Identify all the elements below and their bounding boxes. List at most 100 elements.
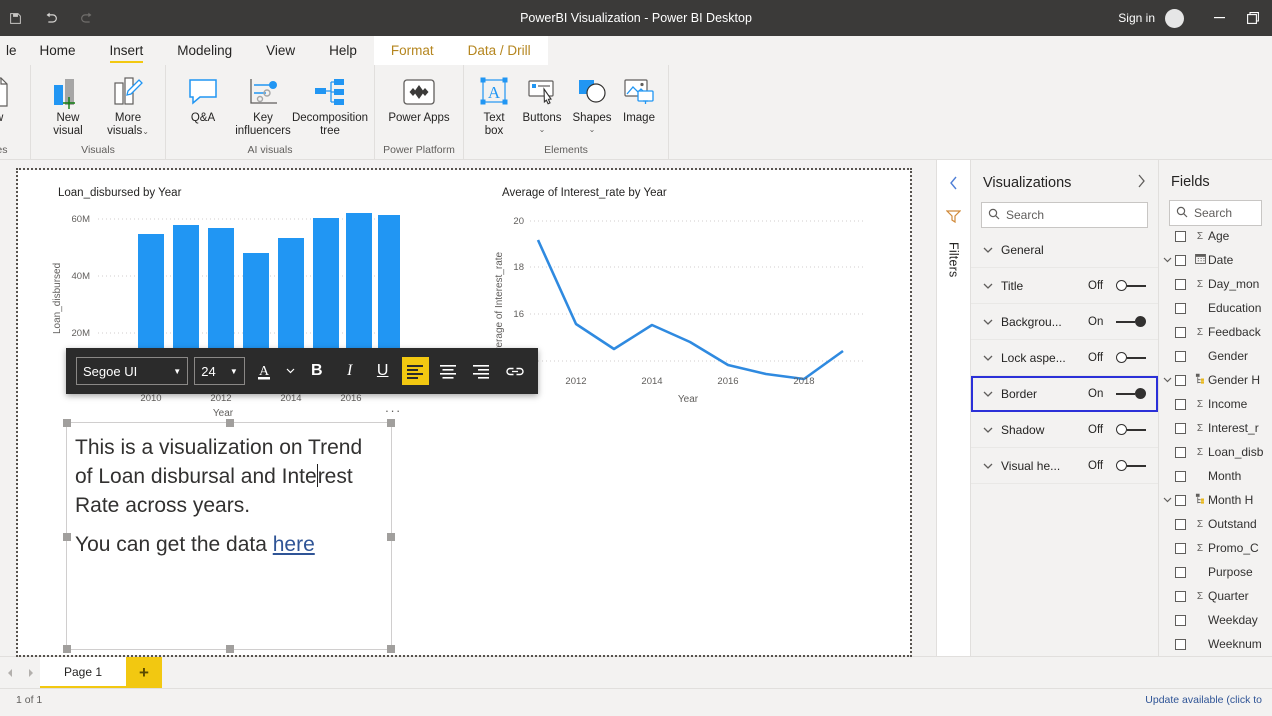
chevron-down-icon[interactable] bbox=[983, 387, 993, 401]
new-page-button[interactable]: ew e bbox=[0, 70, 22, 140]
align-left-icon[interactable] bbox=[402, 357, 430, 385]
restore-button[interactable] bbox=[1236, 0, 1270, 36]
page-tab-page-1[interactable]: Page 1 bbox=[40, 657, 126, 688]
text-box-button[interactable]: A Text box bbox=[472, 70, 516, 140]
font-color-chevron-down-icon[interactable] bbox=[284, 357, 297, 385]
field-checkbox[interactable] bbox=[1175, 446, 1186, 458]
power-apps-button[interactable]: Power Apps bbox=[383, 70, 455, 127]
toggle-shadow[interactable] bbox=[1116, 424, 1146, 436]
field-checkbox[interactable] bbox=[1175, 278, 1186, 290]
toggle-title[interactable] bbox=[1116, 280, 1146, 292]
format-row-general[interactable]: General bbox=[971, 232, 1158, 268]
field-row[interactable]: Σ Loan_disb bbox=[1159, 440, 1272, 464]
chevron-down-icon[interactable] bbox=[983, 315, 993, 329]
chevron-down-icon[interactable] bbox=[983, 459, 993, 473]
new-visual-button[interactable]: New visual bbox=[39, 70, 97, 140]
chevron-down-icon[interactable]: ▼ bbox=[173, 367, 181, 376]
expand-chevron-right-icon[interactable] bbox=[1136, 174, 1146, 192]
chevron-down-icon[interactable] bbox=[983, 351, 993, 365]
font-size-select[interactable]: 24 ▼ bbox=[194, 357, 245, 385]
field-row[interactable]: Σ Interest_r bbox=[1159, 416, 1272, 440]
page-prev-chevron-left-icon[interactable] bbox=[0, 657, 20, 688]
tab-modeling[interactable]: Modeling bbox=[160, 36, 249, 65]
field-row[interactable]: Purpose bbox=[1159, 560, 1272, 584]
field-checkbox[interactable] bbox=[1175, 374, 1186, 386]
field-checkbox[interactable] bbox=[1175, 254, 1186, 266]
resize-handle-ne[interactable] bbox=[387, 419, 395, 427]
field-row[interactable]: Σ Quarter bbox=[1159, 584, 1272, 608]
filter-icon[interactable] bbox=[945, 209, 962, 226]
chevron-down-icon[interactable] bbox=[1159, 495, 1175, 505]
resize-handle-s[interactable] bbox=[226, 645, 234, 653]
field-checkbox[interactable] bbox=[1175, 326, 1186, 338]
format-row-shadow[interactable]: Shadow Off bbox=[971, 412, 1158, 448]
field-checkbox[interactable] bbox=[1175, 566, 1186, 578]
bar-chart-more-options[interactable]: ... bbox=[385, 400, 402, 415]
redo-icon[interactable] bbox=[76, 7, 98, 29]
field-checkbox[interactable] bbox=[1175, 350, 1186, 362]
shapes-chevron-down-icon[interactable]: ⌄ bbox=[589, 125, 596, 134]
bold-button[interactable]: B bbox=[303, 357, 330, 385]
add-page-button[interactable]: + bbox=[126, 657, 162, 688]
field-row[interactable]: Month H bbox=[1159, 488, 1272, 512]
tab-home[interactable]: Home bbox=[23, 36, 93, 65]
visualizations-search-input[interactable]: Search bbox=[981, 202, 1148, 228]
field-checkbox[interactable] bbox=[1175, 422, 1186, 434]
toggle-lock-aspect[interactable] bbox=[1116, 352, 1146, 364]
align-right-icon[interactable] bbox=[468, 357, 495, 385]
field-row[interactable]: Gender bbox=[1159, 344, 1272, 368]
field-row[interactable]: Education bbox=[1159, 296, 1272, 320]
text-format-toolbar[interactable]: Segoe UI ▼ 24 ▼ A B I U bbox=[66, 348, 538, 394]
undo-icon[interactable] bbox=[40, 7, 62, 29]
text-box-content[interactable]: This is a visualization on Trend of Loan… bbox=[67, 423, 391, 579]
font-family-select[interactable]: Segoe UI ▼ bbox=[76, 357, 189, 385]
key-influencers-button[interactable]: Key influencers bbox=[234, 70, 292, 140]
text-box-visual[interactable]: This is a visualization on Trend of Loan… bbox=[63, 419, 395, 653]
chevron-down-icon[interactable] bbox=[1159, 255, 1175, 265]
sign-in-link[interactable]: Sign in bbox=[1118, 11, 1155, 25]
field-row[interactable]: Σ Day_mon bbox=[1159, 272, 1272, 296]
resize-handle-e[interactable] bbox=[387, 533, 395, 541]
field-checkbox[interactable] bbox=[1175, 398, 1186, 410]
chevron-down-icon[interactable] bbox=[1159, 375, 1175, 385]
field-row[interactable]: Σ Promo_C bbox=[1159, 536, 1272, 560]
collapse-filters-chevron-left-icon[interactable] bbox=[949, 176, 959, 193]
format-row-border[interactable]: Border On bbox=[971, 376, 1158, 412]
data-source-link[interactable]: here bbox=[273, 533, 315, 556]
tab-insert[interactable]: Insert bbox=[93, 36, 161, 65]
toggle-background[interactable] bbox=[1116, 316, 1146, 328]
field-row[interactable]: Gender H bbox=[1159, 368, 1272, 392]
resize-handle-w[interactable] bbox=[63, 533, 71, 541]
fields-search-input[interactable]: Search bbox=[1169, 200, 1262, 226]
report-canvas[interactable]: Loan_disbursed by Year 60M 40M 20M Loan_… bbox=[16, 168, 912, 657]
underline-button[interactable]: U bbox=[369, 357, 396, 385]
tab-file[interactable]: le bbox=[0, 36, 23, 65]
field-row[interactable]: Σ Outstand bbox=[1159, 512, 1272, 536]
field-row[interactable]: Σ Feedback bbox=[1159, 320, 1272, 344]
font-color-icon[interactable]: A bbox=[251, 357, 278, 385]
chevron-down-icon[interactable] bbox=[983, 243, 993, 257]
tab-help[interactable]: Help bbox=[312, 36, 374, 65]
field-row[interactable]: Σ Age bbox=[1159, 230, 1272, 248]
filters-label[interactable]: Filters bbox=[947, 242, 961, 277]
tab-format[interactable]: Format bbox=[373, 36, 451, 65]
visual-line-chart[interactable]: Average of Interest_rate by Year 20 18 1… bbox=[488, 180, 888, 410]
field-row[interactable]: Weeknum bbox=[1159, 632, 1272, 656]
field-checkbox[interactable] bbox=[1175, 542, 1186, 554]
image-button[interactable]: Image bbox=[618, 70, 660, 127]
field-checkbox[interactable] bbox=[1175, 614, 1186, 626]
format-row-background[interactable]: Backgrou... On bbox=[971, 304, 1158, 340]
more-visuals-button[interactable]: More visuals⌄ bbox=[99, 70, 157, 140]
format-row-title[interactable]: Title Off bbox=[971, 268, 1158, 304]
field-checkbox[interactable] bbox=[1175, 302, 1186, 314]
resize-handle-sw[interactable] bbox=[63, 645, 71, 653]
page-next-chevron-right-icon[interactable] bbox=[20, 657, 40, 688]
chevron-down-icon[interactable] bbox=[983, 423, 993, 437]
fields-list[interactable]: Σ Age Date Σ Day_mon Education Σ Feedback Gender… bbox=[1159, 230, 1272, 656]
resize-handle-nw[interactable] bbox=[63, 419, 71, 427]
field-checkbox[interactable] bbox=[1175, 590, 1186, 602]
buttons-chevron-down-icon[interactable]: ⌄ bbox=[539, 125, 546, 134]
qna-button[interactable]: Q&A bbox=[174, 70, 232, 127]
chevron-down-icon[interactable]: ⌄ bbox=[142, 127, 149, 136]
hyperlink-icon[interactable] bbox=[501, 357, 528, 385]
